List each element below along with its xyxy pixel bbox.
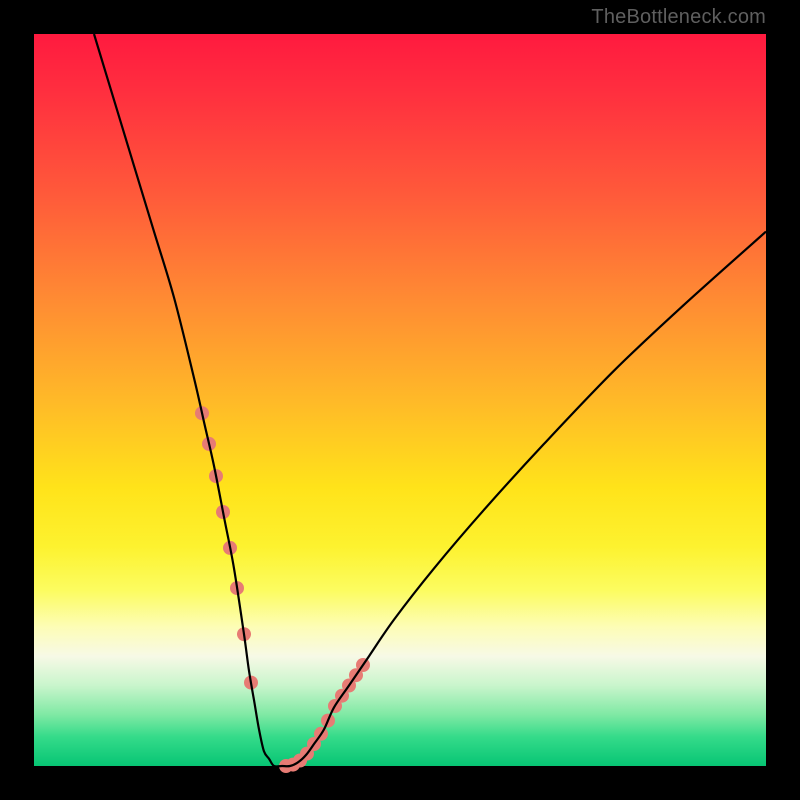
highlight-dots-group	[195, 406, 370, 773]
outer-frame: TheBottleneck.com	[0, 0, 800, 800]
plot-area	[34, 34, 766, 766]
curve-svg	[34, 34, 766, 766]
bottleneck-curve	[94, 34, 766, 767]
watermark-text: TheBottleneck.com	[591, 6, 766, 29]
